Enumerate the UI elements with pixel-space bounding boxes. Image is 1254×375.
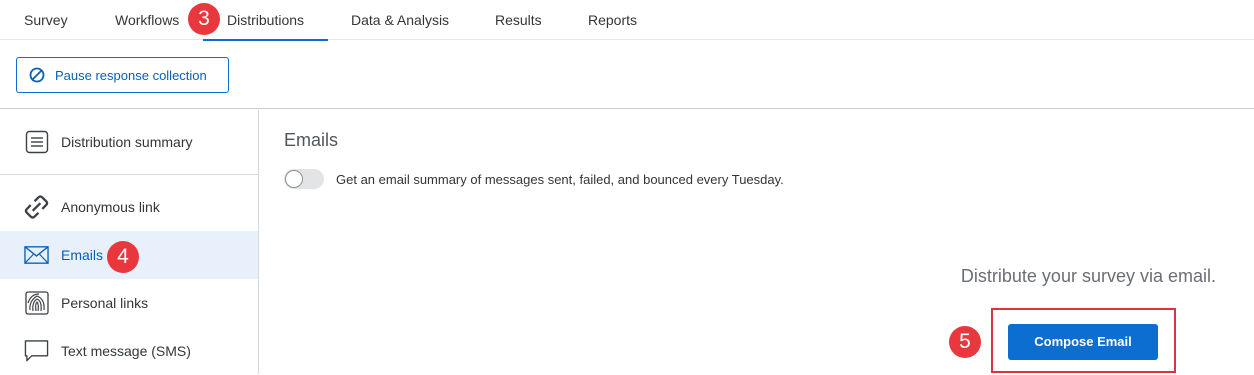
email-summary-toggle-label: Get an email summary of messages sent, f… — [336, 172, 784, 187]
sidebar-item-label: Distribution summary — [61, 134, 193, 150]
envelope-icon — [24, 243, 49, 268]
toggle-knob — [285, 170, 303, 188]
chat-bubble-icon — [24, 339, 49, 364]
sidebar-item-label: Text message (SMS) — [61, 343, 191, 359]
list-icon — [24, 130, 49, 155]
page-title: Emails — [284, 130, 339, 150]
email-summary-toggle[interactable] — [284, 169, 324, 189]
sidebar-item-text-message-sms[interactable]: Text message (SMS) — [0, 327, 258, 375]
pause-response-collection-button[interactable]: Pause response collection — [16, 57, 229, 93]
pause-button-label: Pause response collection — [55, 67, 207, 83]
empty-state-text: Distribute your survey via email. — [960, 266, 1216, 286]
tab-data-analysis[interactable]: Data & Analysis — [351, 0, 449, 40]
link-icon — [24, 195, 49, 220]
sidebar-item-personal-links[interactable]: Personal links — [0, 279, 258, 327]
tab-distributions[interactable]: Distributions — [202, 0, 329, 41]
step-badge-3: 3 — [188, 3, 220, 35]
toolbar: Pause response collection — [0, 40, 1254, 109]
tab-results[interactable]: Results — [495, 0, 542, 40]
sidebar-item-anonymous-link[interactable]: Anonymous link — [0, 183, 258, 231]
tab-workflows[interactable]: Workflows — [115, 0, 179, 40]
block-icon — [29, 67, 45, 83]
tab-survey[interactable]: Survey — [24, 0, 68, 40]
sidebar-item-label: Anonymous link — [61, 199, 160, 215]
sidebar-item-label: Emails — [61, 247, 104, 263]
sidebar-divider — [0, 174, 258, 175]
sidebar-item-label: Personal links — [61, 295, 149, 311]
sidebar-item-distribution-summary[interactable]: Distribution summary — [0, 118, 258, 166]
step-badge-5: 5 — [949, 326, 981, 358]
compose-email-button[interactable]: Compose Email — [1008, 324, 1158, 360]
tab-reports[interactable]: Reports — [588, 0, 637, 40]
fingerprint-icon — [24, 291, 49, 316]
top-nav: Survey Workflows Distributions Data & An… — [0, 0, 1254, 41]
step-badge-4: 4 — [107, 241, 139, 273]
